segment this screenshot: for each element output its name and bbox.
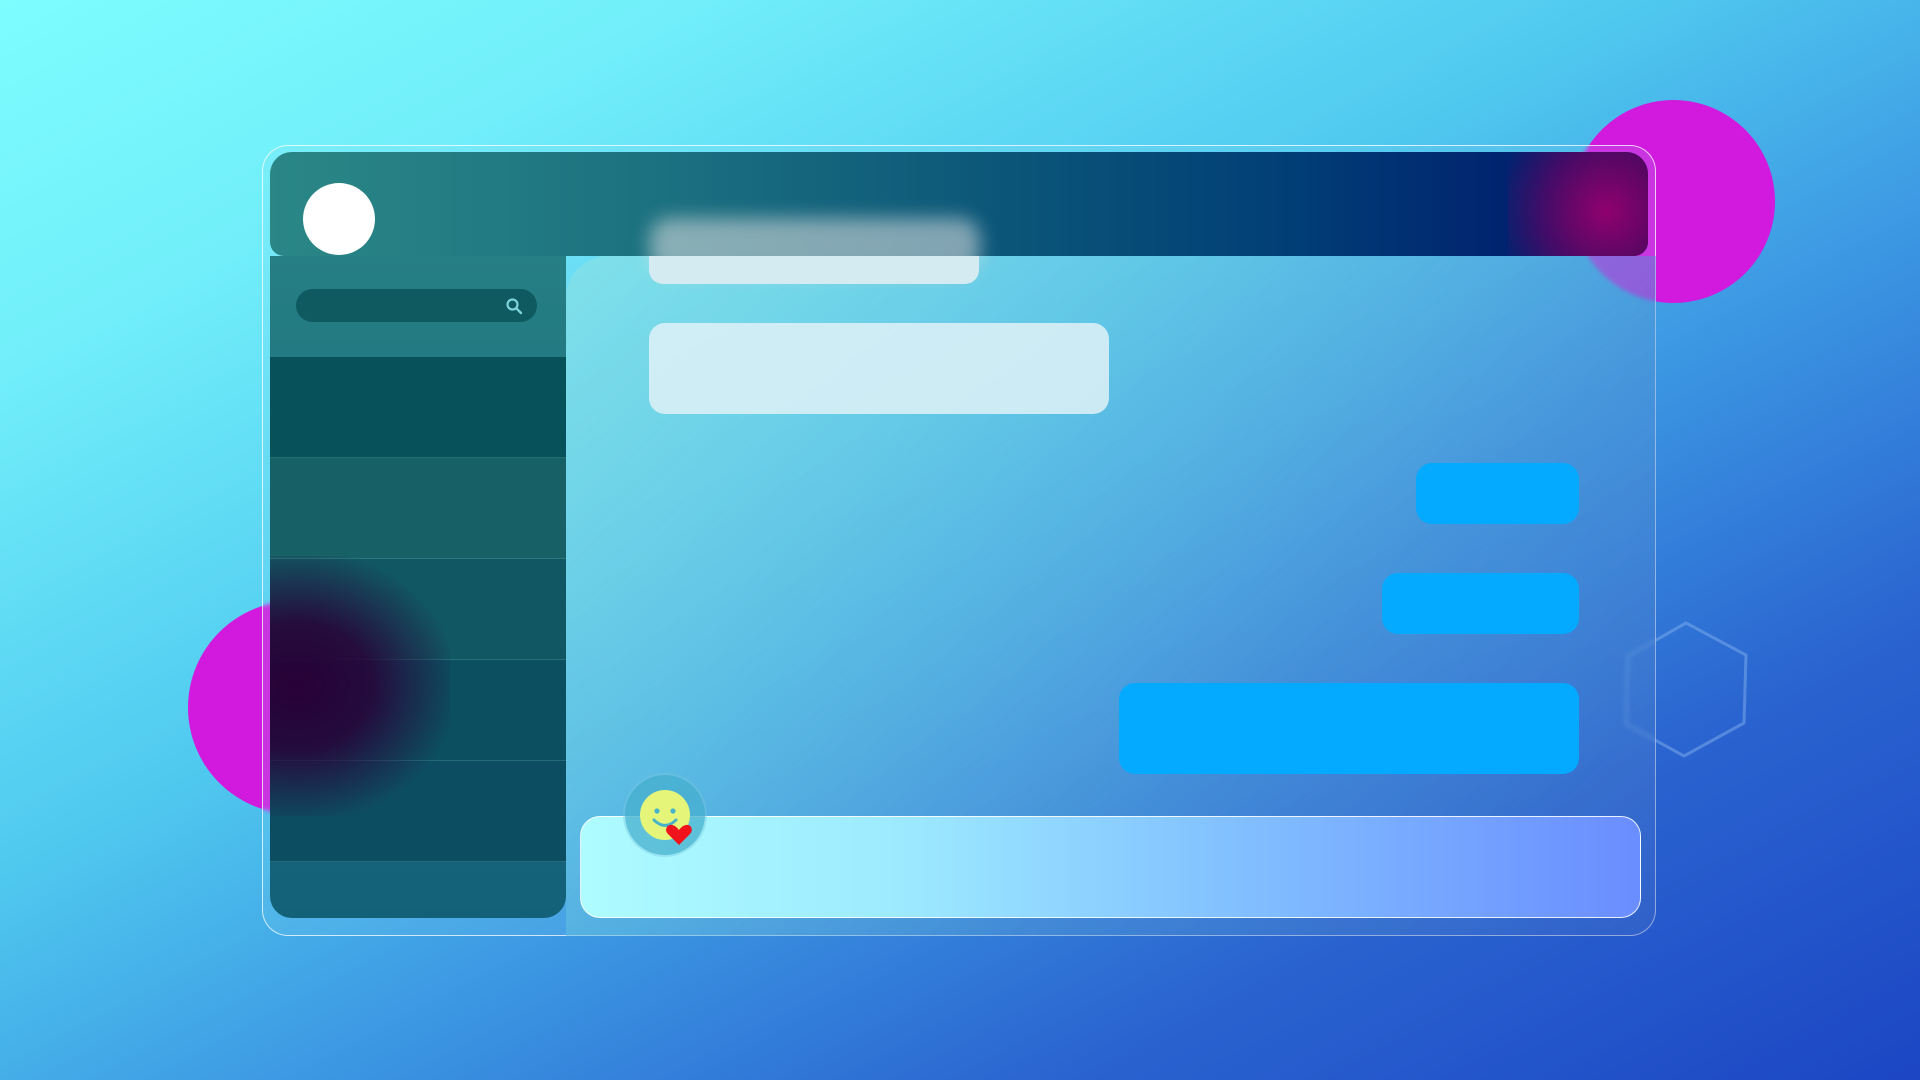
contact-list bbox=[270, 357, 566, 862]
contact-item[interactable] bbox=[270, 660, 566, 761]
message-bubble-incoming bbox=[649, 323, 1109, 414]
sidebar bbox=[270, 256, 566, 918]
search-input[interactable] bbox=[312, 289, 506, 324]
message-bubble-outgoing bbox=[1119, 683, 1579, 774]
message-input[interactable] bbox=[701, 817, 1604, 919]
app-background bbox=[0, 0, 1920, 1080]
header-glow bbox=[1508, 152, 1648, 256]
contact-item[interactable] bbox=[270, 761, 566, 862]
message-bubble-outgoing bbox=[1416, 463, 1579, 524]
search-bar[interactable] bbox=[296, 289, 537, 324]
emoji-button[interactable] bbox=[625, 775, 705, 855]
search-icon[interactable] bbox=[505, 297, 523, 315]
contact-item[interactable] bbox=[270, 458, 566, 559]
avatar[interactable] bbox=[303, 183, 375, 255]
contact-item[interactable] bbox=[270, 357, 566, 458]
message-bubble-outgoing bbox=[1382, 573, 1579, 634]
contact-item[interactable] bbox=[270, 559, 566, 660]
message-bubble-incoming bbox=[649, 256, 979, 284]
smiley-heart-icon bbox=[640, 790, 692, 845]
message-composer[interactable] bbox=[580, 816, 1641, 919]
